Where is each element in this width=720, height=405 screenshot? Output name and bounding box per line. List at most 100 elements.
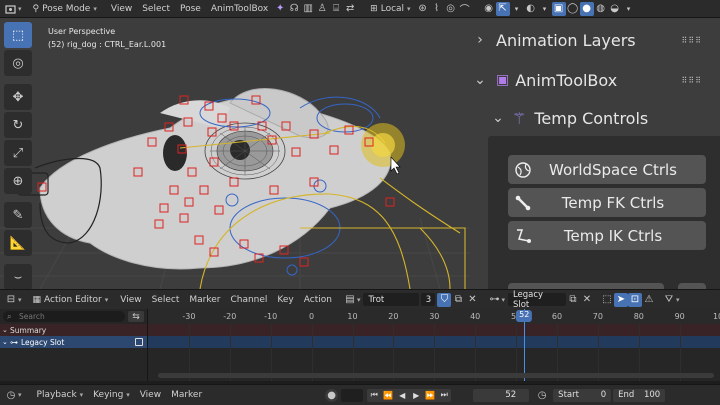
filter-icon[interactable]: ⛛: [662, 293, 676, 307]
menu-view[interactable]: View: [135, 390, 166, 400]
menu-keying[interactable]: Keying ▾: [88, 390, 135, 400]
drag-handle-icon[interactable]: ⠿⠿⠿: [681, 36, 702, 45]
gizmo-icon[interactable]: ⇱: [495, 1, 510, 16]
xray-icon[interactable]: ▣: [551, 1, 566, 16]
menu-action[interactable]: Action: [299, 295, 337, 305]
menu-animtoolbox[interactable]: AnimToolBox: [206, 4, 273, 14]
current-frame-value: 52: [505, 390, 517, 400]
falloff-icon[interactable]: ⌒: [458, 2, 472, 16]
select-box-icon[interactable]: ⬚: [4, 22, 32, 48]
gizmo-dropdown-icon[interactable]: ▾: [510, 2, 524, 16]
shading-material-icon[interactable]: ◍: [594, 2, 608, 16]
timeline-editor-icon[interactable]: ◷: [4, 388, 18, 402]
armature-person-icon[interactable]: ♙: [315, 2, 329, 16]
only-errors-icon[interactable]: ⚠: [642, 293, 656, 307]
chevron-down-icon[interactable]: ⌄: [2, 338, 10, 346]
pivot-icon[interactable]: ⊛: [416, 2, 430, 16]
menu-view[interactable]: View: [106, 4, 137, 14]
worldspace-ctrls-button[interactable]: WorldSpace Ctrls: [508, 155, 706, 184]
menu-channel[interactable]: Channel: [225, 295, 272, 305]
jump-prev-key-icon[interactable]: ⏪: [381, 388, 396, 402]
editor-type-icon[interactable]: [4, 2, 18, 16]
select-cursor-icon[interactable]: ➤: [613, 292, 628, 307]
duplicate-slot-icon[interactable]: ⧉: [566, 293, 580, 307]
proportional-edit-icon[interactable]: ◎: [444, 2, 458, 16]
unlink-slot-icon[interactable]: ✕: [580, 293, 594, 307]
menu-marker[interactable]: Marker: [184, 295, 225, 305]
jump-end-icon[interactable]: ⏭: [437, 388, 452, 402]
frame-ruler[interactable]: -30-20-100102030405060708090100: [148, 309, 720, 324]
checkbox-icon[interactable]: [135, 338, 143, 346]
snap-icon[interactable]: ⌇: [430, 2, 444, 16]
visibility-icon[interactable]: ◉: [482, 2, 496, 16]
action-users-value: 3: [425, 294, 432, 305]
pose-library-icon[interactable]: ☊: [287, 2, 301, 16]
unlink-action-icon[interactable]: ✕: [465, 293, 479, 307]
chevron-down-icon[interactable]: ⌄: [2, 326, 10, 334]
dopesheet-editor-icon[interactable]: ⊟: [4, 293, 18, 307]
jump-start-icon[interactable]: ⏮: [367, 388, 382, 402]
menu-marker[interactable]: Marker: [166, 390, 207, 400]
slot-icon[interactable]: ⊶: [487, 293, 501, 307]
scale-icon[interactable]: ⤢: [4, 140, 32, 166]
swap-icon[interactable]: ⇆: [128, 311, 144, 322]
temp-controls-header[interactable]: ⌄ ⚚ Temp Controls: [470, 100, 720, 136]
bone-selection-icon[interactable]: ▥: [301, 2, 315, 16]
measure-icon[interactable]: 📐: [4, 230, 32, 256]
menu-view[interactable]: View: [115, 295, 146, 305]
animtoolbox-header[interactable]: ⌄ ▣ AnimToolBox ⠿⠿⠿: [470, 62, 720, 98]
frame-tick-label: -30: [182, 312, 196, 321]
duplicate-action-icon[interactable]: ⧉: [451, 293, 465, 307]
drag-handle-icon[interactable]: ⠿⠿⠿: [681, 76, 702, 85]
play-icon[interactable]: ▶: [409, 388, 424, 402]
animation-layers-header[interactable]: › Animation Layers ⠿⠿⠿: [470, 22, 720, 58]
temp-fk-ctrls-button[interactable]: Temp FK Ctrls: [508, 188, 706, 217]
horizontal-scrollbar[interactable]: [158, 373, 714, 378]
keyframe-timeline[interactable]: -30-20-100102030405060708090100 52: [148, 309, 720, 381]
auto-keying-icon[interactable]: ●: [325, 388, 339, 402]
overlays-dropdown-icon[interactable]: ▾: [538, 2, 552, 16]
mirror-icon[interactable]: ⌸: [329, 2, 343, 16]
orientation-dropdown[interactable]: ⊞ Local ▾: [365, 2, 415, 16]
cursor-icon[interactable]: ◎: [4, 50, 32, 76]
menu-select[interactable]: Select: [147, 295, 185, 305]
search-input[interactable]: ⌕ Search: [3, 311, 125, 322]
temp-ik-ctrls-button[interactable]: Temp IK Ctrls: [508, 221, 706, 250]
shading-wireframe-icon[interactable]: ◯: [566, 2, 580, 16]
menu-pose[interactable]: Pose: [175, 4, 206, 14]
channel-slot-row[interactable]: ⌄ ⊶ Legacy Slot: [0, 336, 147, 348]
clock-icon[interactable]: ◷: [535, 388, 549, 402]
transform-icon[interactable]: ⊕: [4, 168, 32, 194]
end-frame-field[interactable]: End 100: [613, 388, 666, 402]
keying-set-field[interactable]: [341, 388, 364, 402]
relax-pose-icon[interactable]: ⌣: [4, 264, 32, 289]
shading-rendered-icon[interactable]: ◒: [608, 2, 622, 16]
play-reverse-icon[interactable]: ◀: [395, 388, 410, 402]
start-frame-field[interactable]: Start 0: [553, 388, 612, 402]
current-frame-field[interactable]: 52: [473, 388, 530, 402]
viewport-header: ▾ ⚲ Pose Mode ▾ View Select Pose AnimToo…: [0, 0, 720, 18]
menu-key[interactable]: Key: [272, 295, 298, 305]
animtoolbox-icon[interactable]: ✦: [273, 2, 287, 16]
annotate-icon[interactable]: ✎: [4, 202, 32, 228]
mode-dropdown[interactable]: ⚲ Pose Mode ▾: [28, 2, 102, 16]
current-frame-badge[interactable]: 52: [516, 310, 533, 322]
action-icon[interactable]: ▤: [343, 293, 357, 307]
jump-next-key-icon[interactable]: ⏩: [423, 388, 438, 402]
editor-mode-dropdown[interactable]: ▦ Action Editor ▾: [28, 293, 114, 307]
channel-summary-row[interactable]: ⌄ Summary: [0, 324, 147, 336]
shading-dropdown-icon[interactable]: ▾: [622, 2, 636, 16]
rotate-icon[interactable]: ↻: [4, 112, 32, 138]
menu-playback[interactable]: Playback ▾: [32, 390, 89, 400]
menu-select[interactable]: Select: [137, 4, 175, 14]
move-icon[interactable]: ✥: [4, 84, 32, 110]
shading-solid-icon[interactable]: ●: [579, 1, 594, 16]
show-hidden-icon[interactable]: ⊡: [627, 292, 642, 307]
transform-icon[interactable]: ⇄: [343, 2, 357, 16]
slot-name-field[interactable]: Legacy Slot: [507, 290, 566, 310]
fake-user-shield-icon[interactable]: ⛉: [437, 292, 452, 307]
action-users-count[interactable]: 3: [421, 293, 436, 306]
only-selected-icon[interactable]: ⬚: [600, 293, 614, 307]
action-name-field[interactable]: Trot: [363, 293, 420, 306]
overlays-icon[interactable]: ◐: [524, 2, 538, 16]
